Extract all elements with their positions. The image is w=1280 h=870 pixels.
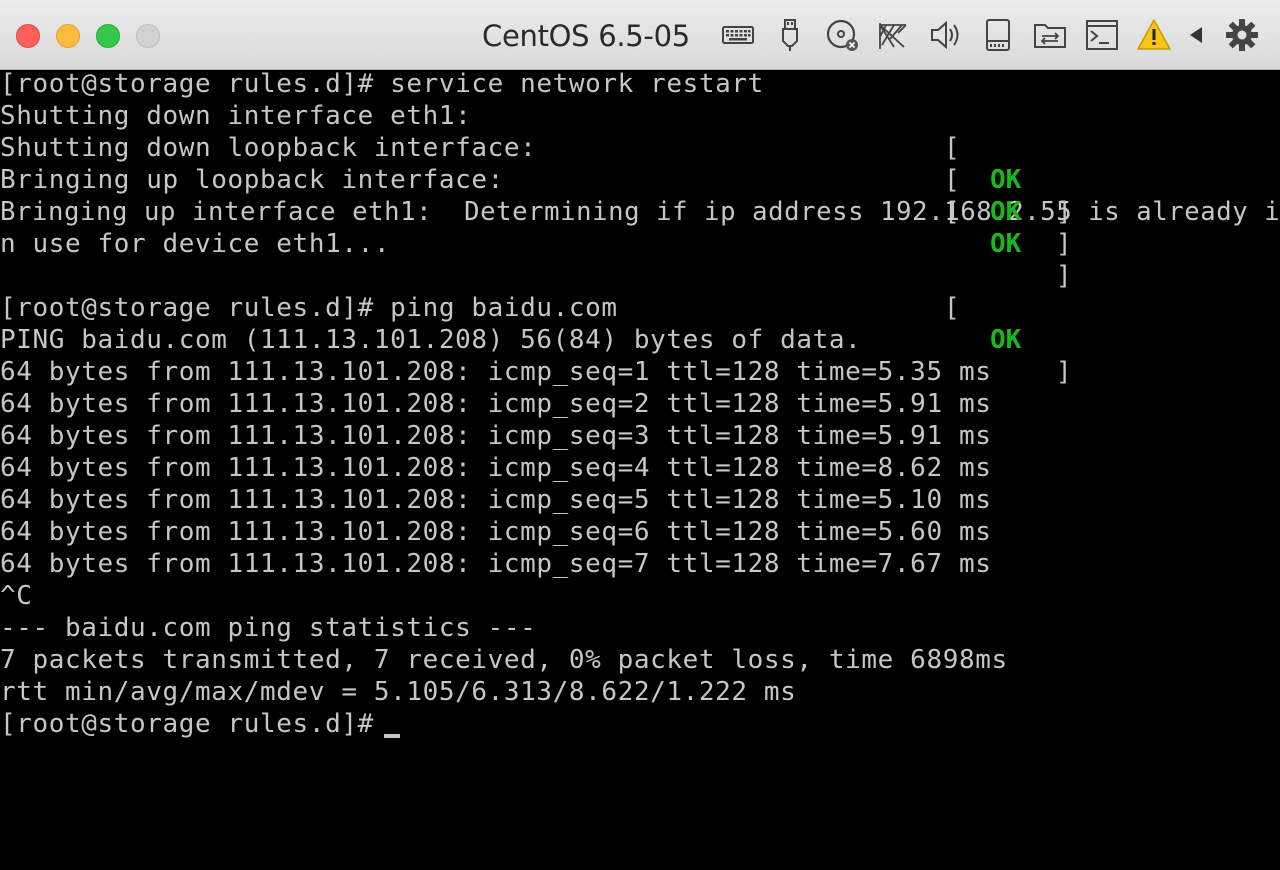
optical-disk-icon[interactable] [824,17,860,53]
title-bar[interactable]: CentOS 6.5-05 [0,0,1280,70]
terminal-line: 64 bytes from 111.13.101.208: icmp_seq=5… [0,485,992,515]
warning-icon[interactable] [1136,17,1172,53]
terminal-line: ^C [0,581,33,611]
zoom-button[interactable] [96,24,120,48]
console-icon[interactable] [1084,17,1120,53]
settings-icon[interactable] [1224,17,1260,53]
terminal-line: PING baidu.com (111.13.101.208) 56(84) b… [0,325,862,355]
terminal-line: rtt min/avg/max/mdev = 5.105/6.313/8.622… [0,677,797,707]
terminal-line: 64 bytes from 111.13.101.208: icmp_seq=7… [0,549,992,579]
terminal-line: Shutting down interface eth1: [0,101,472,131]
status-close-bracket: ] [1056,229,1072,259]
status-close-bracket: ] [1056,357,1072,387]
terminal-line: --- baidu.com ping statistics --- [0,613,537,643]
status-ok-badge: [ OK ] [944,100,1072,227]
shared-folder-icon[interactable] [1032,17,1068,53]
back-icon[interactable] [1180,17,1216,53]
minimize-button[interactable] [56,24,80,48]
terminal-line: Bringing up loopback interface: [0,165,504,195]
terminal-line: Bringing up interface eth1: Determining … [0,197,1280,227]
status-ok-badge: [ OK ] [944,260,1072,387]
terminal-line: Shutting down loopback interface: [0,133,537,163]
status-ok-text: OK [990,229,1022,259]
keyboard-icon[interactable] [720,17,756,53]
status-close-bracket: ] [1056,197,1072,227]
fullscreen-button[interactable] [136,24,160,48]
audio-icon[interactable] [928,17,964,53]
text-cursor [384,734,400,738]
terminal-line: 64 bytes from 111.13.101.208: icmp_seq=4… [0,453,992,483]
status-ok-badge: [ OK ] [944,164,1072,291]
status-ok-text: OK [990,325,1022,355]
terminal-line: 64 bytes from 111.13.101.208: icmp_seq=1… [0,357,992,387]
terminal-line: 7 packets transmitted, 7 received, 0% pa… [0,645,1008,675]
vm-window: CentOS 6.5-05 [root@storage rules.d]# se… [0,0,1280,870]
terminal-line: 64 bytes from 111.13.101.208: icmp_seq=2… [0,389,992,419]
network-icon[interactable] [876,17,912,53]
window-title: CentOS 6.5-05 [482,19,690,53]
terminal-line: 64 bytes from 111.13.101.208: icmp_seq=6… [0,517,992,547]
status-ok-badge: [ OK ] [944,132,1072,259]
status-close-bracket: ] [1056,261,1072,291]
status-open-bracket: [ [944,197,960,227]
close-button[interactable] [16,24,40,48]
terminal-line: 64 bytes from 111.13.101.208: icmp_seq=3… [0,421,992,451]
terminal-line: [root@storage rules.d]# [0,709,391,739]
status-open-bracket: [ [944,293,960,323]
terminal-screen[interactable]: [root@storage rules.d]# service network … [0,70,1280,870]
usb-icon[interactable] [772,17,808,53]
hard-disk-icon[interactable] [980,17,1016,53]
terminal-line: [root@storage rules.d]# ping baidu.com [0,293,618,323]
terminal-line: [root@storage rules.d]# service network … [0,70,764,99]
terminal-line: n use for device eth1... [0,229,391,259]
